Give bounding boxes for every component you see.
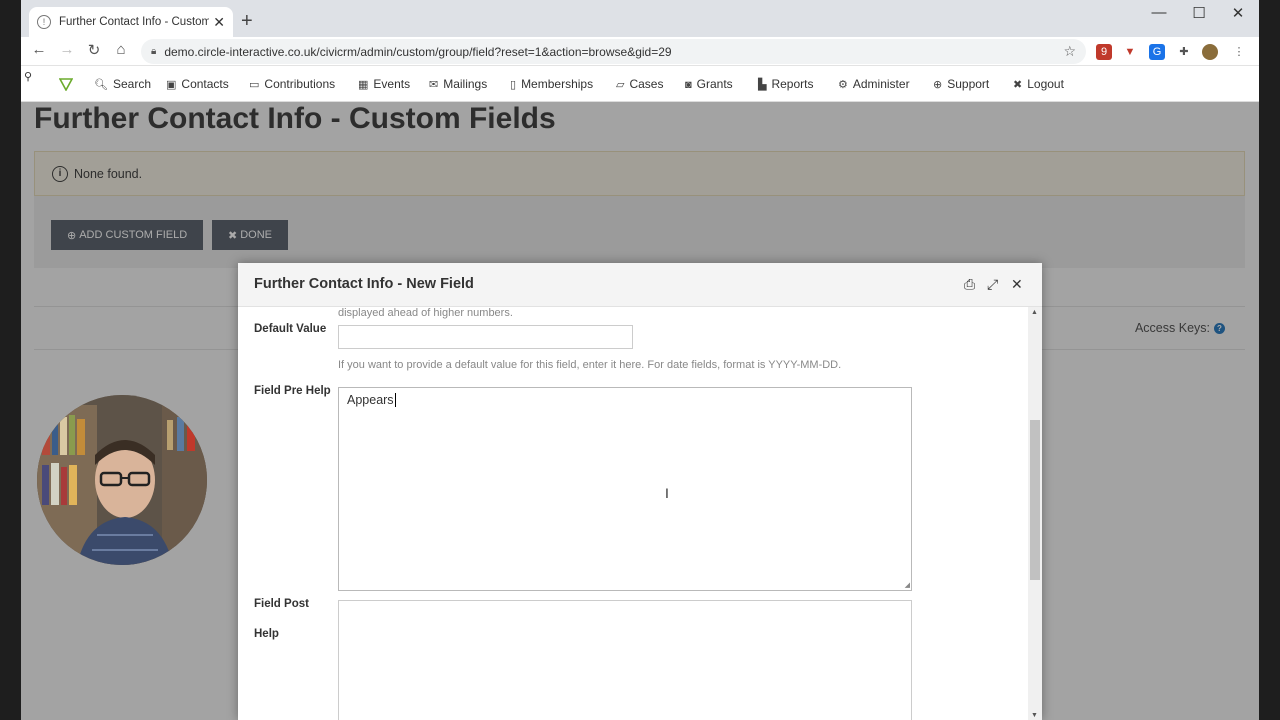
new-field-dialog: Further Contact Info - New Field ⎙ ⤢ ✕ d… [238, 263, 1042, 720]
civicrm-logo-icon[interactable] [59, 77, 73, 91]
life-ring-icon: ⊕ [933, 79, 943, 91]
id-badge-icon: ▯ [510, 79, 517, 91]
pre-help-text: Appears [347, 393, 394, 407]
browser-toolbar: ← → ↻ ⌂ 🔒︎ demo.circle-interactive.co.uk… [21, 37, 1259, 66]
menu-memberships[interactable]: ▯ Memberships [510, 77, 593, 91]
folder-open-icon: ▱ [616, 79, 625, 91]
reload-icon[interactable]: ↻ [84, 41, 104, 59]
menu-mailings[interactable]: ✉ Mailings [429, 77, 487, 91]
presenter-image [37, 395, 207, 565]
extension-red-icon[interactable]: 9 [1096, 44, 1112, 60]
field-post-help-label-line2: Help [254, 628, 279, 640]
browser-menu-icon[interactable]: ⋮ [1231, 44, 1247, 60]
text-cursor-icon: I [665, 485, 669, 501]
default-value-label: Default Value [254, 323, 327, 335]
menu-search[interactable]: 🔍︎ Search [94, 77, 151, 91]
menu-support[interactable]: ⊕ Support [933, 77, 989, 91]
tab-strip: ! Further Contact Info - Custom Fi ✕ + —… [21, 0, 1259, 37]
browser-tab[interactable]: ! Further Contact Info - Custom Fi ✕ [29, 7, 233, 37]
profile-avatar[interactable] [1202, 44, 1218, 60]
lock-icon: 🔒︎ [151, 46, 157, 57]
menu-label: Grants [696, 77, 733, 91]
info-circle-icon: ! [37, 15, 51, 29]
home-icon[interactable]: ⌂ [111, 41, 131, 58]
menu-label: Contacts [181, 77, 229, 91]
field-post-help-textarea[interactable] [338, 600, 912, 720]
contacts-icon: ▣ [166, 79, 177, 91]
menu-label: Administer [852, 77, 910, 91]
menu-cases[interactable]: ▱ Cases [616, 77, 663, 91]
menu-label: Contributions [264, 77, 336, 91]
menu-label: Logout [1027, 77, 1064, 91]
menu-grants[interactable]: ◙ Grants [685, 77, 733, 91]
webcam-overlay [37, 395, 207, 565]
text-caret [394, 393, 396, 407]
menu-label: Support [947, 77, 990, 91]
url-text: demo.circle-interactive.co.uk/civicrm/ad… [164, 44, 672, 59]
menu-label: Cases [629, 77, 664, 91]
tab-title: Further Contact Info - Custom Fi [59, 16, 209, 28]
field-pre-help-textarea[interactable]: Appears ◢ [338, 387, 912, 591]
resize-handle-icon[interactable]: ◢ [905, 581, 910, 589]
tab-close-icon[interactable]: ✕ [213, 14, 225, 31]
dialog-body: displayed ahead of higher numbers. Defau… [238, 307, 1028, 720]
civicrm-menubar: ⚲ 🔍︎ Search ▣ Contacts ▭ Contributions ▦ Eve… [21, 67, 1259, 102]
forward-icon[interactable]: → [57, 41, 77, 58]
menu-administer[interactable]: ⚙ Administer [838, 77, 910, 91]
menu-logout[interactable]: ✖ Logout [1013, 77, 1064, 91]
extension-blue-icon[interactable]: G [1149, 44, 1165, 60]
menu-contacts[interactable]: ▣ Contacts [166, 77, 229, 91]
envelope-icon: ✉ [429, 79, 439, 91]
bookmark-star-icon[interactable]: ☆ [1063, 43, 1076, 60]
menu-events[interactable]: ▦ Events [358, 77, 410, 91]
default-value-help: If you want to provide a default value f… [338, 359, 842, 371]
cogs-icon: ⚙ [838, 79, 848, 91]
field-post-help-label-line1: Field Post [254, 598, 309, 610]
menu-label: Search [112, 77, 151, 91]
dialog-scrollbar[interactable]: ▲ ▼ [1028, 307, 1042, 720]
extensions-puzzle-icon[interactable]: ✚ [1176, 44, 1192, 60]
menu-reports[interactable]: ▙ Reports [758, 77, 814, 91]
field-pre-help-label: Field Pre Help [254, 385, 331, 397]
menu-label: Memberships [521, 77, 594, 91]
bar-chart-icon: ▙ [758, 79, 767, 91]
search-icon: 🔍︎ [94, 79, 108, 91]
new-tab-icon[interactable]: + [241, 11, 253, 31]
close-icon[interactable]: ✕ [1011, 276, 1023, 293]
extension-w-icon[interactable]: ▼ [1122, 44, 1138, 60]
times-icon: ✖ [1013, 79, 1023, 91]
scroll-thumb[interactable] [1030, 420, 1040, 580]
weight-help-text: displayed ahead of higher numbers. [338, 307, 513, 319]
money-icon: ◙ [685, 79, 692, 91]
expand-icon[interactable]: ⤢ [987, 276, 998, 293]
default-value-input[interactable] [338, 325, 633, 349]
back-icon[interactable]: ← [29, 41, 49, 58]
minimize-icon[interactable]: — [1149, 4, 1169, 21]
address-bar[interactable]: 🔒︎ demo.circle-interactive.co.uk/civicrm… [141, 39, 1086, 64]
menu-contributions[interactable]: ▭ Contributions [249, 77, 335, 91]
quicksearch-icon[interactable]: ⚲ [24, 70, 32, 83]
menu-label: Mailings [443, 77, 488, 91]
dialog-title: Further Contact Info - New Field [254, 276, 474, 292]
print-icon[interactable]: ⎙ [964, 276, 975, 293]
dialog-header: Further Contact Info - New Field ⎙ ⤢ ✕ [238, 263, 1042, 307]
extension-badge: 9 [1100, 46, 1108, 58]
maximize-icon[interactable]: ☐ [1189, 4, 1209, 22]
menu-label: Events [373, 77, 411, 91]
credit-card-icon: ▭ [249, 79, 260, 91]
close-window-icon[interactable]: ✕ [1228, 4, 1248, 22]
calendar-icon: ▦ [358, 79, 369, 91]
scroll-up-icon[interactable]: ▲ [1031, 309, 1038, 316]
menu-label: Reports [771, 77, 814, 91]
scroll-down-icon[interactable]: ▼ [1031, 712, 1038, 719]
